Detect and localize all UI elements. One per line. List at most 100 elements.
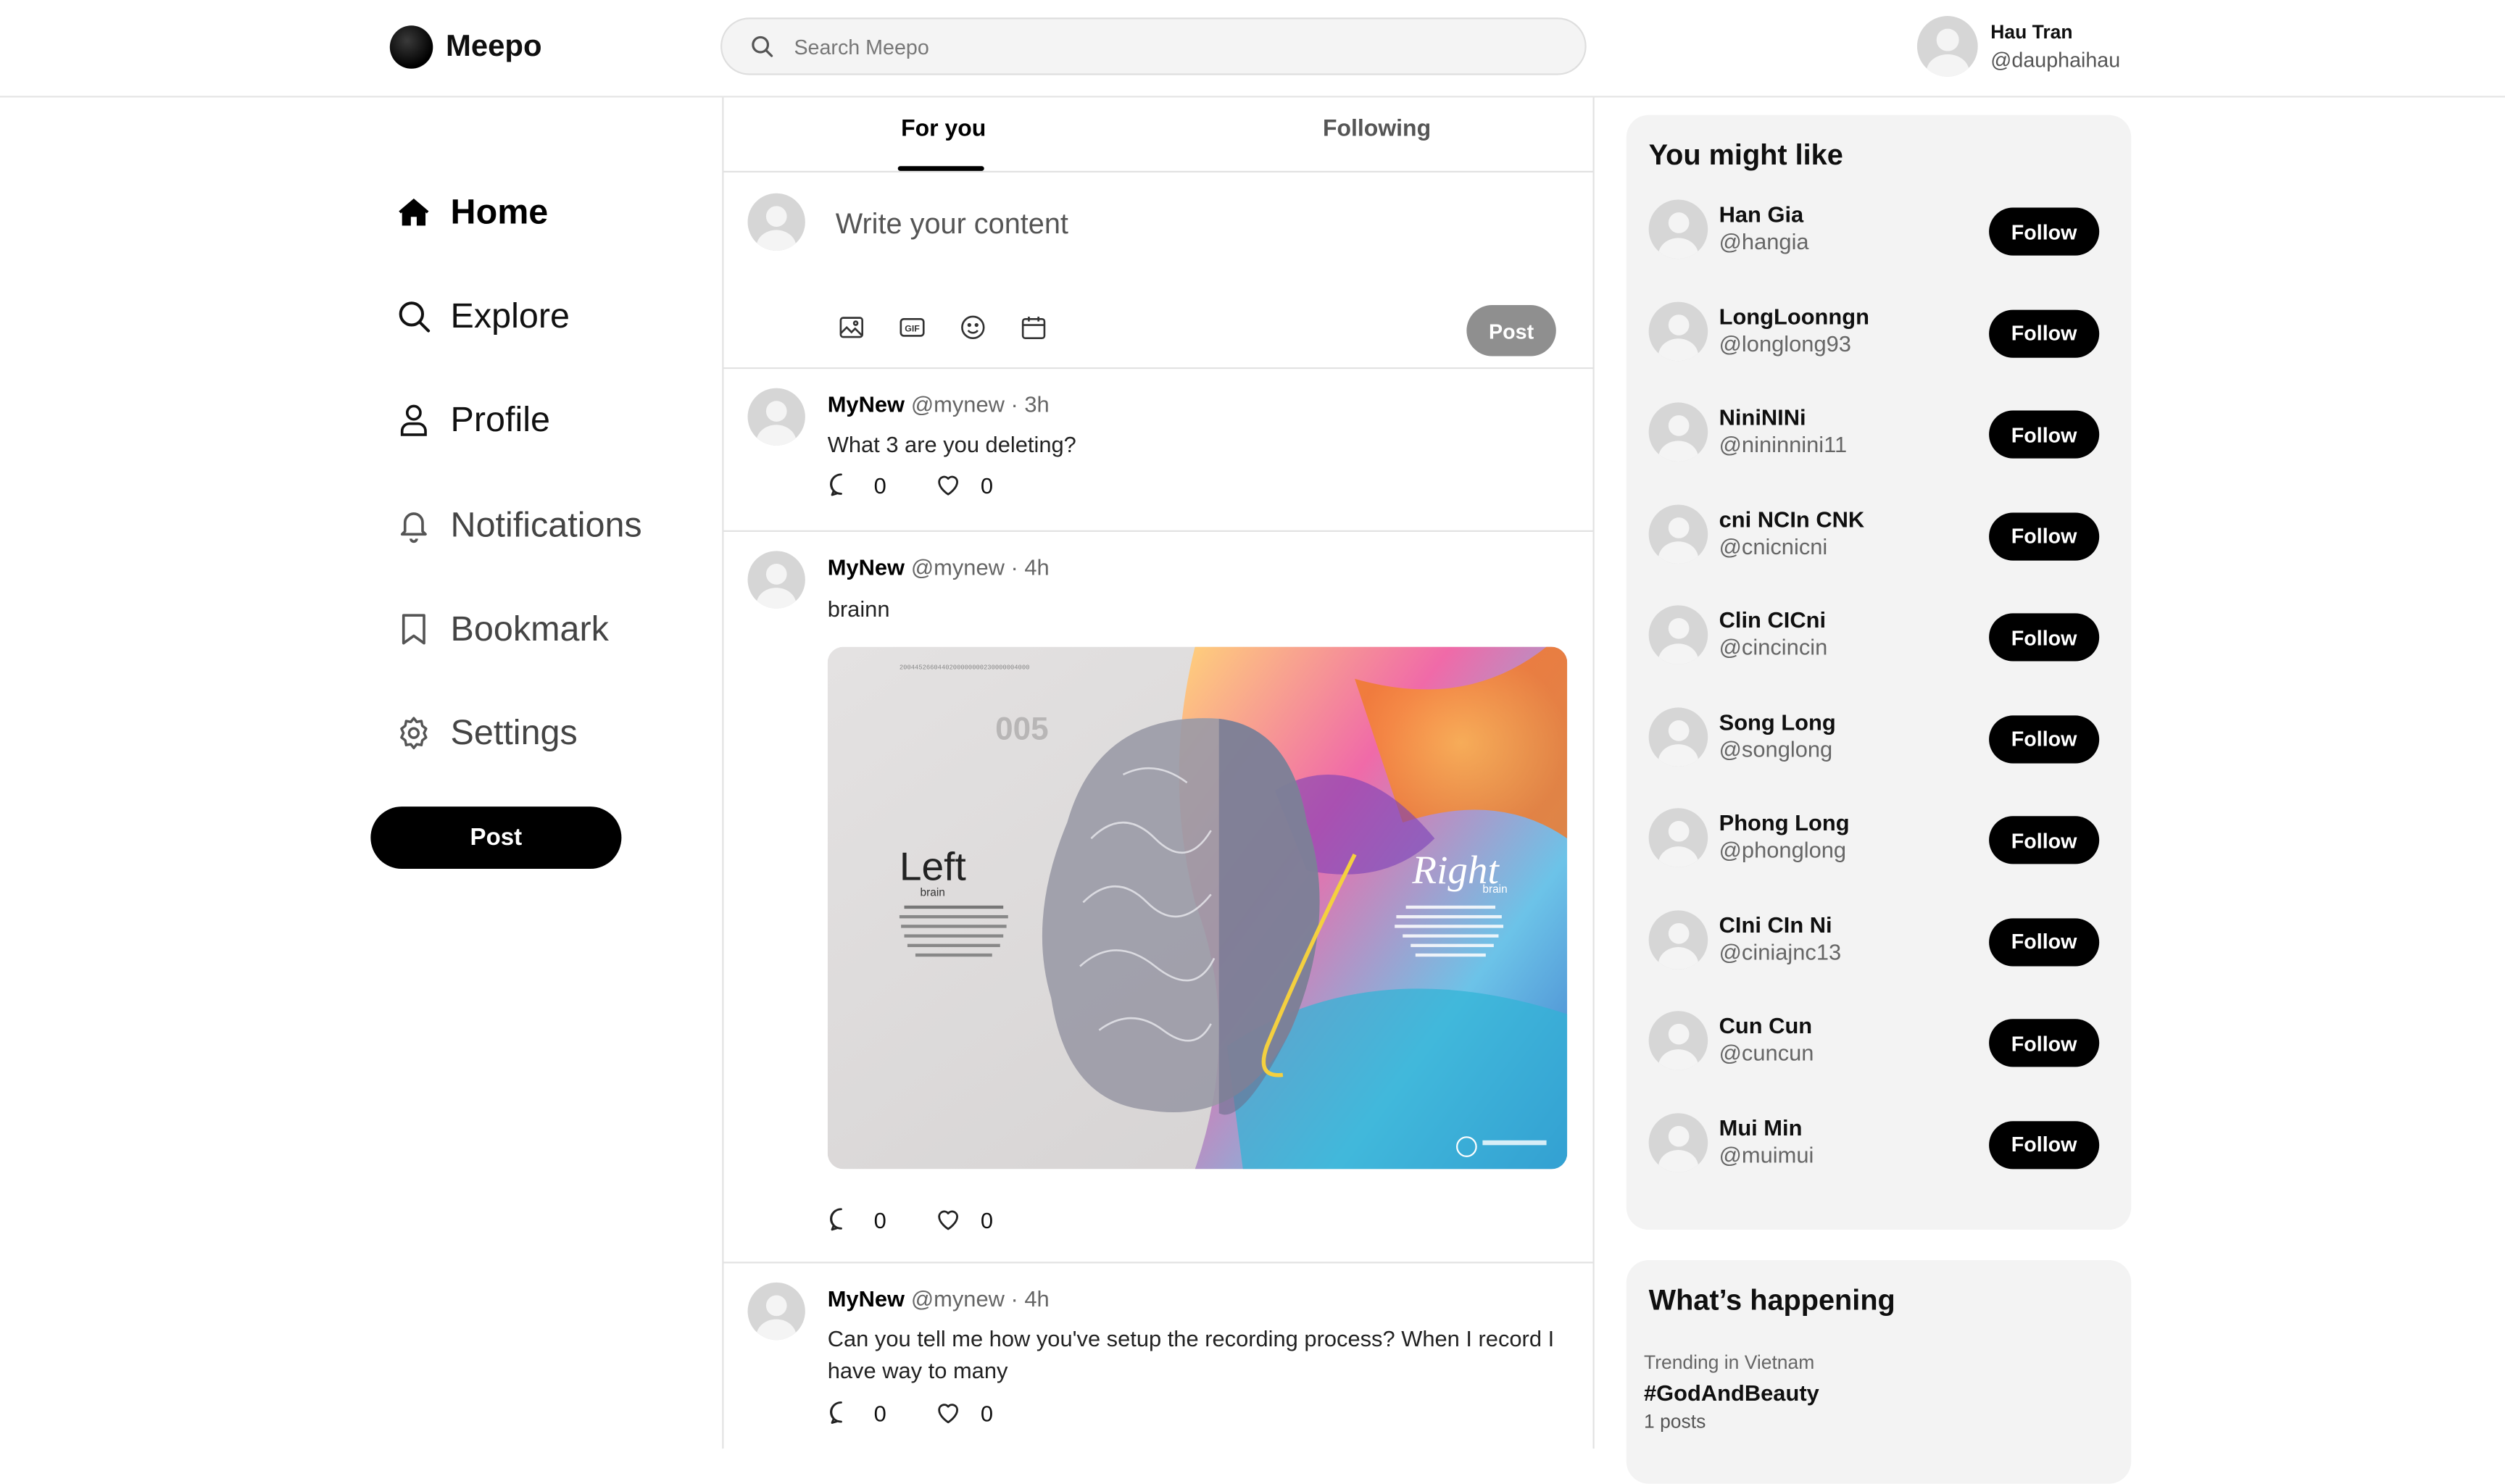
avatar[interactable] — [1648, 301, 1708, 361]
logo[interactable]: Meepo — [389, 25, 542, 69]
svg-text:GIF: GIF — [905, 323, 920, 333]
post-image[interactable]: 2004452660440200000000230000004000 005 L… — [827, 646, 1568, 1170]
suggestion-row[interactable]: Clin CICni @cincincin Follow — [1627, 605, 2131, 706]
follow-button[interactable]: Follow — [1989, 917, 2100, 966]
image-icon[interactable] — [837, 313, 866, 342]
comment-button[interactable]: 0 — [828, 1206, 886, 1233]
suggestion-name[interactable]: NiniNINi — [1719, 404, 1806, 430]
post-author[interactable]: MyNew — [828, 554, 905, 580]
suggestion-name[interactable]: cni NCIn CNK — [1719, 506, 1865, 531]
suggestion-handle: @phonglong — [1719, 836, 1847, 863]
suggestion-row[interactable]: NiniNINi @nininnini11 Follow — [1627, 402, 2131, 504]
gif-icon[interactable]: GIF — [898, 313, 927, 342]
post-actions: 0 0 — [828, 1399, 1041, 1426]
feed-post[interactable]: MyNew @mynew · 3h What 3 are you deleting… — [723, 369, 1593, 532]
tab-for-you[interactable]: For you — [901, 117, 986, 142]
sidebar-item-profile[interactable]: Profile — [370, 368, 690, 472]
suggestion-handle: @cuncun — [1719, 1039, 1814, 1066]
avatar[interactable] — [1648, 199, 1708, 259]
sidebar-item-label: Bookmark — [450, 608, 609, 649]
suggestion-row[interactable]: LongLoonngn @longlong93 Follow — [1627, 301, 2131, 402]
suggestion-name[interactable]: Han Gia — [1719, 201, 1804, 227]
avatar[interactable] — [1648, 706, 1708, 766]
suggestions-title: You might like — [1648, 138, 1843, 171]
avatar[interactable] — [1648, 504, 1708, 563]
heart-icon — [937, 1210, 958, 1230]
comment-icon — [830, 1208, 842, 1231]
avatar[interactable] — [1648, 1011, 1708, 1070]
suggestion-name[interactable]: Phong Long — [1719, 809, 1850, 835]
feed-post[interactable]: MyNew @mynew · 4h Can you tell me how you… — [723, 1263, 1592, 1448]
follow-button[interactable]: Follow — [1989, 207, 2100, 256]
follow-button[interactable]: Follow — [1989, 714, 2100, 763]
image-number: 005 — [995, 711, 1049, 746]
suggestion-name[interactable]: Clin CICni — [1719, 607, 1826, 633]
emoji-icon[interactable] — [958, 313, 987, 342]
avatar[interactable] — [747, 388, 805, 446]
current-user[interactable]: Hau Tran @dauphaihau — [1916, 16, 2120, 77]
post-author[interactable]: MyNew — [828, 1285, 905, 1311]
post-actions: 0 0 — [828, 1206, 1041, 1233]
suggestion-row[interactable]: Song Long @songlong Follow — [1627, 706, 2131, 808]
search-input[interactable] — [791, 33, 1500, 60]
avatar[interactable] — [1648, 909, 1708, 969]
sidebar-item-home[interactable]: Home — [370, 159, 690, 264]
suggestion-name[interactable]: LongLoonngn — [1719, 303, 1869, 328]
suggestion-row[interactable]: Cun Cun @cuncun Follow — [1627, 1011, 2131, 1112]
follow-button[interactable]: Follow — [1989, 1019, 2100, 1067]
avatar[interactable] — [1648, 605, 1708, 664]
avatar — [1916, 16, 1978, 77]
follow-button[interactable]: Follow — [1989, 1120, 2100, 1169]
compose-post-button[interactable]: Post — [1466, 304, 1556, 357]
sidebar-item-settings[interactable]: Settings — [370, 681, 690, 785]
follow-button[interactable]: Follow — [1989, 613, 2100, 662]
avatar[interactable] — [1648, 402, 1708, 462]
avatar — [747, 193, 805, 251]
compose-input[interactable] — [832, 204, 1542, 269]
sidebar-item-notifications[interactable]: Notifications — [370, 472, 690, 577]
trend-count: 1 posts — [1644, 1410, 1706, 1433]
like-button[interactable]: 0 — [934, 471, 993, 498]
feed-post[interactable]: MyNew @mynew · 4h brainn 200445266044020… — [723, 532, 1593, 1264]
sidebar-item-bookmark[interactable]: Bookmark — [370, 577, 690, 681]
follow-button[interactable]: Follow — [1989, 816, 2100, 864]
suggestion-name[interactable]: CIni CIn Ni — [1719, 911, 1832, 936]
sidebar-item-label: Notifications — [450, 504, 642, 544]
like-count: 0 — [980, 472, 994, 498]
suggestion-row[interactable]: Han Gia @hangia Follow — [1627, 199, 2131, 301]
like-button[interactable]: 0 — [934, 1206, 993, 1233]
sidebar-item-explore[interactable]: Explore — [370, 264, 690, 368]
suggestion-name[interactable]: Cun Cun — [1719, 1012, 1813, 1038]
suggestion-row[interactable]: Phong Long @phonglong Follow — [1627, 808, 2131, 909]
search-icon — [399, 301, 431, 333]
suggestion-row[interactable]: cni NCIn CNK @cnicnicni Follow — [1627, 504, 2131, 605]
calendar-icon[interactable] — [1019, 313, 1048, 342]
like-count: 0 — [980, 1206, 994, 1233]
comment-button[interactable]: 0 — [828, 1399, 886, 1426]
trend-item[interactable]: Trending in Vietnam #GodAndBeauty 1 post… — [1627, 1351, 2131, 1433]
sidebar-post-button[interactable]: Post — [370, 806, 622, 869]
comment-count: 0 — [873, 472, 886, 498]
search-bar[interactable] — [720, 17, 1587, 75]
avatar[interactable] — [747, 551, 805, 609]
trends-card: What’s happening Trending in Vietnam #Go… — [1626, 1260, 2132, 1484]
follow-button[interactable]: Follow — [1989, 410, 2100, 459]
suggestion-name[interactable]: Mui Min — [1719, 1114, 1803, 1139]
suggestion-row[interactable]: CIni CIn Ni @ciniajnc13 Follow — [1627, 909, 2131, 1011]
sidebar-item-label: Profile — [450, 399, 551, 440]
avatar[interactable] — [747, 1282, 805, 1341]
suggestion-handle: @cnicnicni — [1719, 533, 1828, 559]
suggestion-name[interactable]: Song Long — [1719, 709, 1836, 734]
follow-button[interactable]: Follow — [1989, 512, 2100, 560]
suggestion-row[interactable]: Mui Min @muimui Follow — [1627, 1112, 2131, 1214]
avatar[interactable] — [1648, 808, 1708, 867]
follow-button[interactable]: Follow — [1989, 309, 2100, 357]
sidebar-item-label: Settings — [450, 712, 578, 753]
post-author[interactable]: MyNew — [828, 391, 905, 417]
post-header: MyNew @mynew · 3h — [828, 391, 1050, 417]
comment-button[interactable]: 0 — [828, 471, 886, 498]
tab-following[interactable]: Following — [1323, 117, 1431, 142]
avatar[interactable] — [1648, 1112, 1708, 1172]
like-button[interactable]: 0 — [934, 1399, 993, 1426]
gear-icon — [400, 717, 428, 750]
